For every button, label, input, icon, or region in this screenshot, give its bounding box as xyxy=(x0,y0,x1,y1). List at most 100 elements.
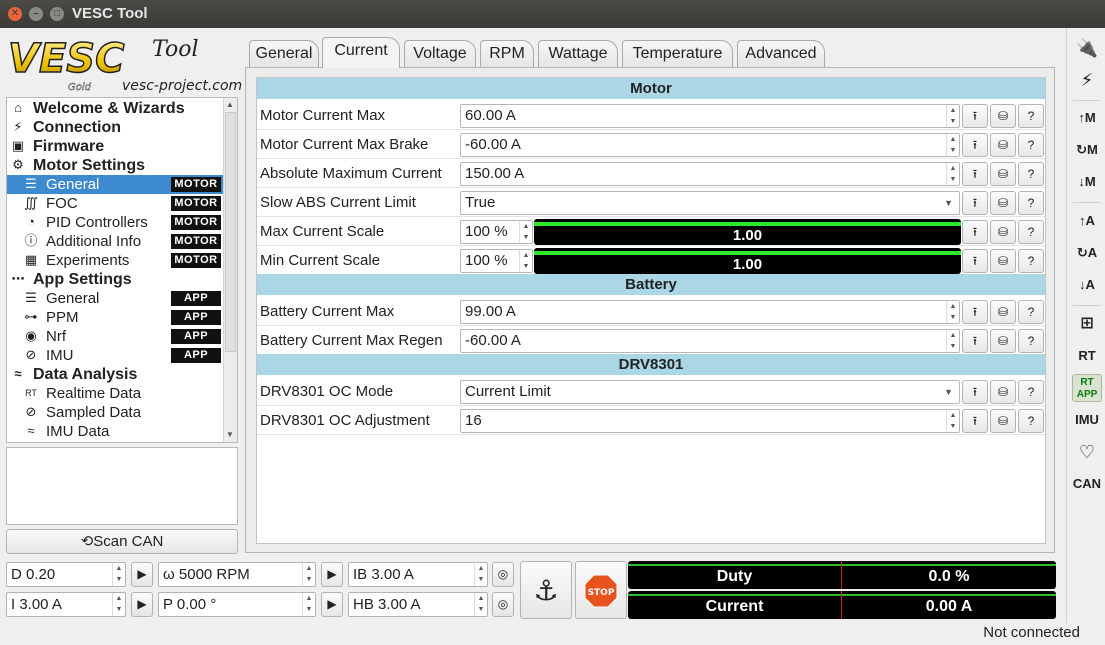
restore-default-icon[interactable]: ⛁ xyxy=(990,104,1016,128)
help-icon[interactable]: ? xyxy=(1018,329,1044,353)
help-icon[interactable]: ? xyxy=(1018,380,1044,404)
restore-default-icon[interactable]: ⛁ xyxy=(990,249,1016,273)
write-motor-config-icon[interactable]: ↓M xyxy=(1072,168,1102,196)
write-app-config-icon[interactable]: ↓A xyxy=(1072,271,1102,299)
restore-default-icon[interactable]: ⛁ xyxy=(990,329,1016,353)
help-icon[interactable]: ? xyxy=(1018,409,1044,433)
tab-general[interactable]: General xyxy=(249,40,319,68)
restore-default-icon[interactable]: ⛁ xyxy=(990,380,1016,404)
can-icon[interactable]: CAN xyxy=(1072,470,1102,498)
tree-item[interactable]: ☰ General APP xyxy=(7,289,223,308)
tree-item[interactable]: ⓘ Additional Info MOTOR xyxy=(7,232,223,251)
drv-oc-mode-select[interactable]: Current Limit ▼ xyxy=(460,380,960,404)
brake-hb-icon[interactable]: ◎ xyxy=(492,592,514,617)
rt-app-icon[interactable]: RT APP xyxy=(1072,374,1102,402)
tree-item[interactable]: ⋯ App Settings xyxy=(7,270,223,289)
brake-ib-icon[interactable]: ◎ xyxy=(492,562,514,587)
help-icon[interactable]: ? xyxy=(1018,191,1044,215)
slow-abs-current-limit-select[interactable]: True ▼ xyxy=(460,191,960,215)
duty-input[interactable]: D 0.20 ▲ ▼ xyxy=(6,562,126,587)
heart-icon[interactable]: ♡ xyxy=(1072,438,1102,466)
battery-current-max-input[interactable]: 99.00 A ▲ ▼ xyxy=(460,300,960,324)
rpm-input[interactable]: ω 5000 RPM ▲ ▼ xyxy=(158,562,316,587)
anchor-button[interactable]: ⚓ xyxy=(520,561,572,619)
help-icon[interactable]: ? xyxy=(1018,104,1044,128)
tree-item[interactable]: ☰ General MOTOR xyxy=(7,175,223,194)
upload-icon[interactable]: ⭱ xyxy=(962,300,988,324)
upload-icon[interactable]: ⭱ xyxy=(962,162,988,186)
tree-item[interactable]: ▦ Experiments MOTOR xyxy=(7,251,223,270)
maximize-window-button[interactable]: □ xyxy=(50,7,64,21)
tab-current[interactable]: Current xyxy=(322,37,400,68)
motor-current-max-brake-input[interactable]: -60.00 A ▲ ▼ xyxy=(460,133,960,157)
tab-rpm[interactable]: RPM xyxy=(480,40,534,68)
motor-current-max-input[interactable]: 60.00 A ▲ ▼ xyxy=(460,104,960,128)
can-fwd-icon[interactable]: ⊞ xyxy=(1072,310,1102,338)
upload-icon[interactable]: ⭱ xyxy=(962,104,988,128)
restore-default-icon[interactable]: ⛁ xyxy=(990,300,1016,324)
play-rpm-icon[interactable]: ▶ xyxy=(321,562,343,587)
min-current-scale-input[interactable]: 100 % ▲ ▼ xyxy=(460,249,533,273)
position-input[interactable]: P 0.00 ° ▲ ▼ xyxy=(158,592,316,617)
tree-item[interactable]: ⊘ IMU APP xyxy=(7,346,223,365)
tree-item[interactable]: ≈ IMU Data xyxy=(7,422,223,441)
navigation-tree[interactable]: ▲ ▼ ⌂ Welcome & Wizards ⚡ Connection ▣ Firmwa… xyxy=(6,97,238,443)
battery-current-max-regen-input[interactable]: -60.00 A ▲ ▼ xyxy=(460,329,960,353)
help-icon[interactable]: ? xyxy=(1018,300,1044,324)
play-position-icon[interactable]: ▶ xyxy=(321,592,343,617)
tree-item[interactable]: ⊶ PPM APP xyxy=(7,308,223,327)
read-default-app-config-icon[interactable]: ↻A xyxy=(1072,239,1102,267)
tree-item[interactable]: ◔ PID Controllers MOTOR xyxy=(7,213,223,232)
upload-icon[interactable]: ⭱ xyxy=(962,380,988,404)
drv-oc-adjustment-input[interactable]: 16 ▲ ▼ xyxy=(460,409,960,433)
read-app-config-icon[interactable]: ↑A xyxy=(1072,207,1102,235)
tree-item[interactable]: ≈ Data Analysis xyxy=(7,365,223,384)
tree-item[interactable]: ⊘ Sampled Data xyxy=(7,403,223,422)
tree-item[interactable]: ◉ Nrf APP xyxy=(7,327,223,346)
restore-default-icon[interactable]: ⛁ xyxy=(990,162,1016,186)
connect-icon[interactable]: 🔌 xyxy=(1072,34,1102,62)
tree-item[interactable]: ⚙ Motor Settings xyxy=(7,156,223,175)
tab-voltage[interactable]: Voltage xyxy=(404,40,476,68)
tree-item[interactable]: RT Realtime Data xyxy=(7,384,223,403)
help-icon[interactable]: ? xyxy=(1018,220,1044,244)
restore-default-icon[interactable]: ⛁ xyxy=(990,409,1016,433)
upload-icon[interactable]: ⭱ xyxy=(962,191,988,215)
upload-icon[interactable]: ⭱ xyxy=(962,329,988,353)
stop-button[interactable]: STOP xyxy=(575,561,627,619)
tree-item[interactable]: ▣ Firmware xyxy=(7,137,223,156)
upload-icon[interactable]: ⭱ xyxy=(962,220,988,244)
help-icon[interactable]: ? xyxy=(1018,133,1044,157)
upload-icon[interactable]: ⭱ xyxy=(962,409,988,433)
restore-default-icon[interactable]: ⛁ xyxy=(990,191,1016,215)
tree-scrollbar-thumb[interactable] xyxy=(225,112,236,352)
tree-item[interactable]: ⌂ Welcome & Wizards xyxy=(7,99,223,118)
tab-wattage[interactable]: Wattage xyxy=(538,40,618,68)
ib-input[interactable]: IB 3.00 A ▲ ▼ xyxy=(348,562,488,587)
tree-scrollbar[interactable]: ▲ ▼ xyxy=(223,98,237,442)
read-motor-config-icon[interactable]: ↑M xyxy=(1072,104,1102,132)
current-input[interactable]: I 3.00 A ▲ ▼ xyxy=(6,592,126,617)
imu-icon[interactable]: IMU xyxy=(1072,406,1102,434)
play-duty-icon[interactable]: ▶ xyxy=(131,562,153,587)
disconnect-icon[interactable]: ⚡ xyxy=(1072,66,1102,94)
close-window-button[interactable]: ✕ xyxy=(8,7,22,21)
read-default-motor-config-icon[interactable]: ↻M xyxy=(1072,136,1102,164)
restore-default-icon[interactable]: ⛁ xyxy=(990,220,1016,244)
help-icon[interactable]: ? xyxy=(1018,162,1044,186)
play-current-icon[interactable]: ▶ xyxy=(131,592,153,617)
tab-advanced[interactable]: Advanced xyxy=(737,40,825,68)
can-device-list[interactable] xyxy=(6,447,238,525)
minimize-window-button[interactable]: – xyxy=(29,7,43,21)
tab-temperature[interactable]: Temperature xyxy=(622,40,733,68)
tree-item[interactable]: ⚡ Connection xyxy=(7,118,223,137)
rt-data-icon[interactable]: RT xyxy=(1072,342,1102,370)
upload-icon[interactable]: ⭱ xyxy=(962,249,988,273)
restore-default-icon[interactable]: ⛁ xyxy=(990,133,1016,157)
hb-input[interactable]: HB 3.00 A ▲ ▼ xyxy=(348,592,488,617)
upload-icon[interactable]: ⭱ xyxy=(962,133,988,157)
tree-item[interactable]: ∭ FOC MOTOR xyxy=(7,194,223,213)
scan-can-button[interactable]: ⟲Scan CAN xyxy=(6,529,238,554)
absolute-max-current-input[interactable]: 150.00 A ▲ ▼ xyxy=(460,162,960,186)
help-icon[interactable]: ? xyxy=(1018,249,1044,273)
